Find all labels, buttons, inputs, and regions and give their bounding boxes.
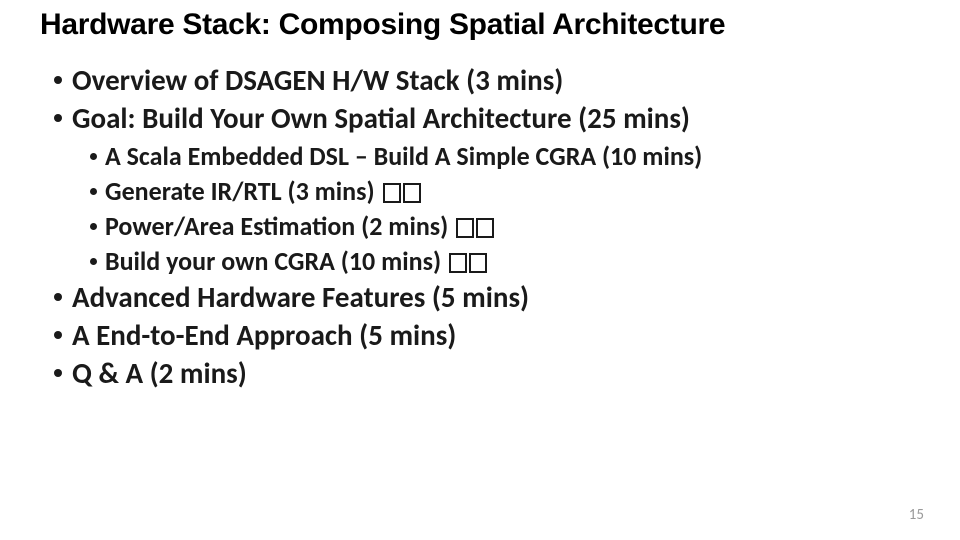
bullet-scala-dsl: A Scala Embedded DSL – Build A Simple CG…	[90, 139, 920, 174]
bullet-icon	[54, 331, 62, 339]
bullet-text: Build your own CGRA (10 mins)	[105, 244, 487, 279]
bullet-label: Power/Area Estimation (2 mins)	[105, 210, 448, 242]
bullet-generate-ir: Generate IR/RTL (3 mins)	[90, 174, 920, 209]
bullet-advanced-hw: Advanced Hardware Features (5 mins)	[54, 279, 920, 315]
slide-title: Hardware Stack: Composing Spatial Archit…	[40, 8, 920, 42]
bullet-label: Generate IR/RTL (3 mins)	[105, 175, 375, 207]
bullet-text: Goal: Build Your Own Spatial Architectur…	[72, 100, 690, 136]
bullet-icon	[54, 293, 62, 301]
bullet-text: Overview of DSAGEN H/W Stack (3 mins)	[72, 62, 563, 98]
bullet-text: Advanced Hardware Features (5 mins)	[72, 279, 529, 315]
bullet-power-area: Power/Area Estimation (2 mins)	[90, 209, 920, 244]
slide: Hardware Stack: Composing Spatial Archit…	[0, 0, 960, 392]
bullet-end-to-end: A End-to-End Approach (5 mins)	[54, 317, 920, 353]
missing-glyph-icon	[456, 215, 494, 235]
bullet-text: Power/Area Estimation (2 mins)	[105, 209, 494, 244]
bullet-list: Overview of DSAGEN H/W Stack (3 mins) Go…	[40, 62, 920, 392]
bullet-icon	[90, 188, 97, 195]
bullet-overview: Overview of DSAGEN H/W Stack (3 mins)	[54, 62, 920, 98]
bullet-label: Build your own CGRA (10 mins)	[105, 245, 441, 277]
bullet-build-own-cgra: Build your own CGRA (10 mins)	[90, 244, 920, 279]
bullet-icon	[54, 369, 62, 377]
bullet-text: Q & A (2 mins)	[72, 355, 247, 391]
page-number: 15	[909, 506, 924, 524]
bullet-text: Generate IR/RTL (3 mins)	[105, 174, 421, 209]
bullet-q-and-a: Q & A (2 mins)	[54, 355, 920, 391]
bullet-icon	[90, 153, 97, 160]
bullet-goal: Goal: Build Your Own Spatial Architectur…	[54, 100, 920, 136]
bullet-icon	[54, 76, 62, 84]
bullet-text: A Scala Embedded DSL – Build A Simple CG…	[105, 139, 702, 174]
bullet-icon	[54, 114, 62, 122]
missing-glyph-icon	[449, 250, 487, 270]
missing-glyph-icon	[383, 180, 421, 200]
bullet-icon	[90, 258, 97, 265]
bullet-icon	[90, 223, 97, 230]
bullet-text: A End-to-End Approach (5 mins)	[72, 317, 456, 353]
